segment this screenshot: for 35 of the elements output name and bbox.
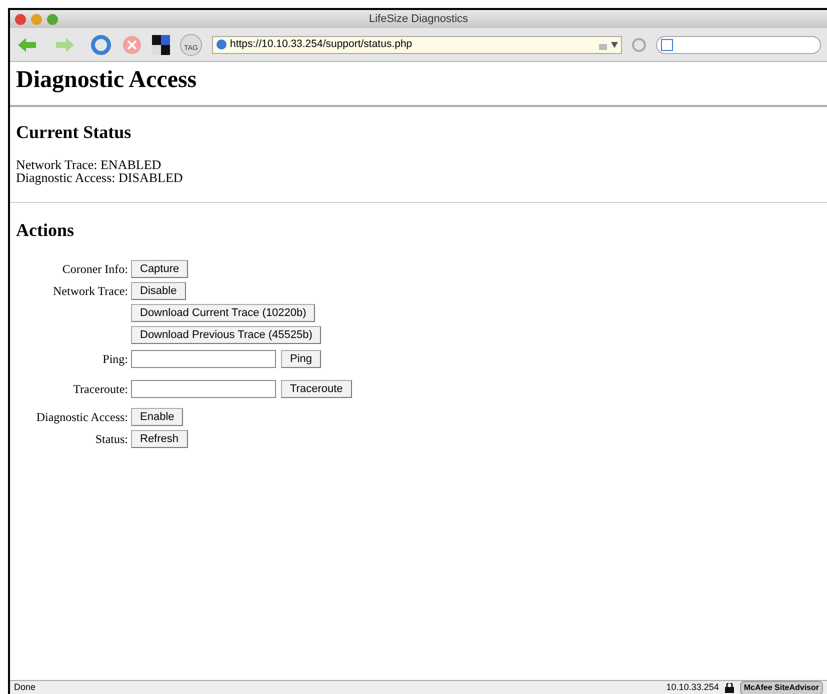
zoom-icon[interactable]: [47, 14, 58, 24]
minimize-icon[interactable]: [31, 14, 42, 24]
stop-icon[interactable]: [122, 34, 142, 54]
host-text: 10.10.33.254: [666, 680, 719, 694]
url-text: https://10.10.33.254/support/status.php: [230, 36, 414, 52]
action-button[interactable]: Traceroute: [281, 380, 352, 398]
action-button[interactable]: Download Current Trace (10220b): [131, 304, 316, 322]
status-line: Network Trace: ENABLED: [16, 158, 162, 171]
section-heading: Actions: [16, 219, 75, 242]
action-label: Ping:: [102, 351, 128, 368]
action-label: Coroner Info:: [62, 261, 128, 278]
text-field[interactable]: [131, 350, 276, 368]
page-heading: Diagnostic Access: [16, 66, 198, 95]
action-label: Status:: [95, 431, 128, 448]
address-bar[interactable]: https://10.10.33.254/support/status.php: [212, 36, 622, 54]
dropdown-icon[interactable]: [611, 42, 618, 48]
close-icon[interactable]: [15, 14, 26, 24]
action-label: Traceroute:: [73, 381, 128, 398]
bookmark-icon[interactable]: [152, 34, 170, 54]
action-button[interactable]: Capture: [131, 260, 188, 278]
addon-button[interactable]: McAfee SiteAdvisor: [740, 680, 823, 694]
text-field[interactable]: [131, 380, 276, 398]
action-button[interactable]: Enable: [131, 408, 184, 426]
search-field[interactable]: [656, 36, 821, 54]
action-button[interactable]: Download Previous Trace (45525b): [131, 326, 322, 344]
action-button[interactable]: Refresh: [131, 430, 188, 448]
window-title: LifeSize Diagnostics: [368, 12, 468, 27]
globe-icon: [216, 39, 227, 50]
status-text: Done: [14, 680, 36, 694]
action-label: Diagnostic Access:: [36, 409, 128, 426]
action-label: Network Trace:: [53, 283, 128, 300]
status-line: Diagnostic Access: DISABLED: [16, 171, 184, 184]
section-heading: Current Status: [16, 121, 132, 144]
action-button[interactable]: Disable: [131, 282, 186, 300]
action-button[interactable]: Ping: [281, 350, 322, 368]
